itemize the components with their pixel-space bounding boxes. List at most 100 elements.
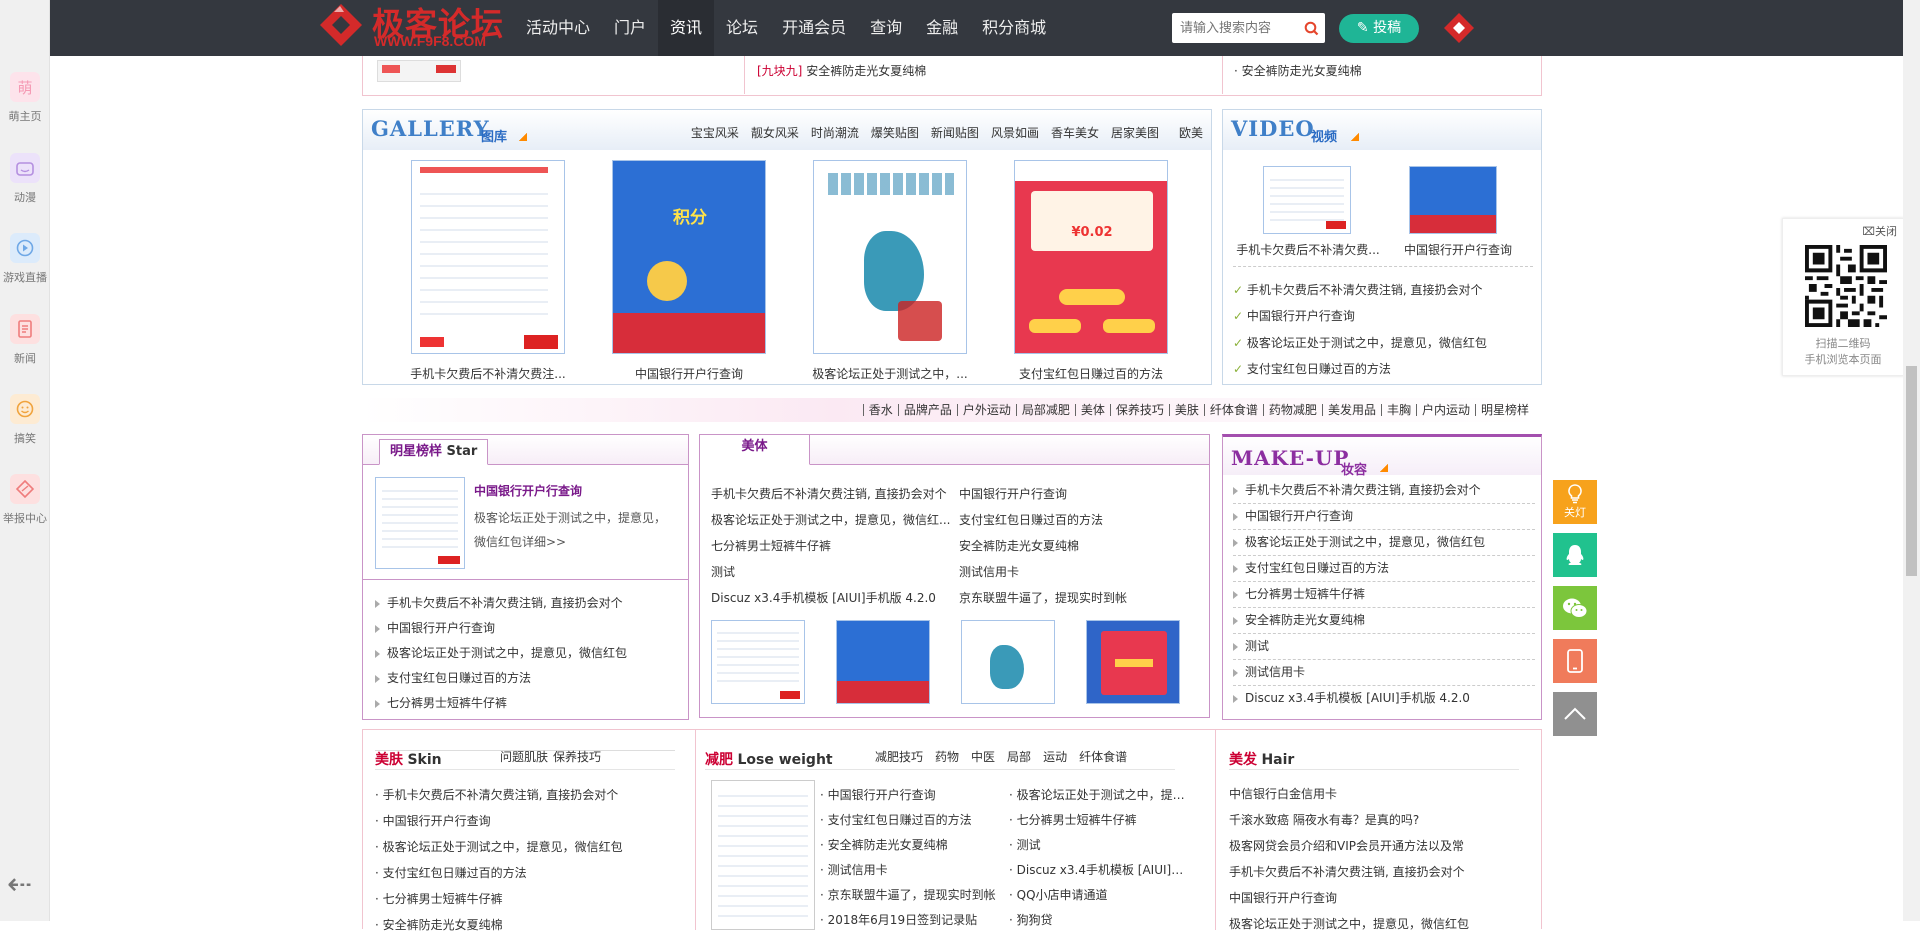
weight-list-item[interactable]: · 七分裤男士短裤牛仔裤 — [1009, 811, 1189, 828]
nav-item-portal[interactable]: 门户 — [602, 0, 658, 56]
weight-link[interactable]: 局部 — [1007, 748, 1031, 765]
back-to-top-button[interactable] — [1553, 692, 1597, 736]
top-strip-item[interactable]: [九块九] 安全裤防走光女夏纯棉 — [757, 62, 926, 79]
thumbnail-image[interactable] — [377, 60, 461, 82]
weight-link[interactable]: 减肥技巧 — [875, 748, 923, 765]
star-list-item[interactable]: 中国银行开户行查询 — [375, 619, 675, 636]
star-list-item[interactable]: 极客论坛正处于测试之中，提意见，微信红包 — [375, 644, 675, 661]
makeup-list-item[interactable]: 极客论坛正处于测试之中，提意见，微信红包 — [1233, 532, 1535, 556]
skin-list-item[interactable]: · 安全裤防走光女夏纯棉 — [375, 916, 675, 933]
tag-link[interactable]: 丰胸 — [1380, 404, 1416, 416]
star-thumb[interactable] — [375, 477, 465, 569]
sidebar-item-anime[interactable]: 动漫 — [0, 153, 50, 205]
nav-item-news[interactable]: 资讯 — [658, 0, 715, 56]
back-arrow-icon[interactable]: ⇠ — [7, 870, 32, 900]
tab-body[interactable]: 美体 — [700, 435, 810, 465]
gallery-link[interactable]: 新闻贴图 — [931, 124, 979, 141]
weight-list-item[interactable]: · 安全裤防走光女夏纯棉 — [820, 836, 1000, 853]
body-thumb[interactable] — [711, 620, 805, 704]
body-thumb[interactable] — [961, 620, 1055, 704]
skin-list-item[interactable]: · 中国银行开户行查询 — [375, 812, 675, 829]
makeup-list-item[interactable]: 支付宝红包日赚过百的方法 — [1233, 558, 1535, 582]
star-list-item[interactable]: 支付宝红包日赚过百的方法 — [375, 669, 675, 686]
tag-link[interactable]: 美肤 — [1168, 404, 1204, 416]
weight-link[interactable]: 中医 — [971, 748, 995, 765]
body-list-item[interactable]: 七分裤男士短裤牛仔裤 — [711, 537, 951, 554]
star-headline[interactable]: 中国银行开户行查询 — [474, 482, 582, 499]
nav-item-activity[interactable]: 活动中心 — [514, 0, 602, 56]
nav-item-vip[interactable]: 开通会员 — [770, 0, 858, 56]
tag-link[interactable]: 香水 — [862, 404, 898, 416]
star-description[interactable]: 极客论坛正处于测试之中，提意见，微信红包详细>> — [474, 506, 674, 554]
gallery-caption[interactable]: 手机卡欠费后不补清欠费注... — [403, 365, 573, 382]
tag-link[interactable]: 户内运动 — [1415, 404, 1475, 416]
tag-link[interactable]: 户外运动 — [956, 404, 1016, 416]
tag-link[interactable]: 药物减肥 — [1262, 404, 1322, 416]
mobile-button[interactable] — [1553, 639, 1597, 683]
skin-list-item[interactable]: · 七分裤男士短裤牛仔裤 — [375, 890, 675, 907]
weight-list-item[interactable]: · 狗狗贷 — [1009, 911, 1189, 928]
makeup-list-item[interactable]: 中国银行开户行查询 — [1233, 506, 1535, 530]
nav-item-query[interactable]: 查询 — [858, 0, 914, 56]
body-list-item[interactable]: Discuz x3.4手机模板 [AIUI]手机版 4.2.0 — [711, 589, 951, 606]
gallery-caption[interactable]: 支付宝红包日赚过百的方法 — [1006, 365, 1176, 382]
skin-list-item[interactable]: · 极客论坛正处于测试之中，提意见，微信红包 — [375, 838, 675, 855]
gallery-thumb-2[interactable]: 积分 — [612, 160, 766, 354]
hair-list-item[interactable]: 手机卡欠费后不补清欠费注销, 直接扔会对个 — [1229, 863, 1519, 880]
gallery-link[interactable]: 居家美图 — [1111, 124, 1159, 141]
sidebar-item-home[interactable]: 萌 萌主页 — [0, 72, 50, 124]
hair-list-item[interactable]: 中国银行开户行查询 — [1229, 889, 1519, 906]
sidebar-item-game-live[interactable]: 游戏直播 — [0, 233, 50, 285]
body-list-item[interactable]: 安全裤防走光女夏纯棉 — [959, 537, 1199, 554]
scrollbar-thumb[interactable] — [1906, 366, 1917, 576]
gallery-link[interactable]: 欧美 — [1179, 124, 1203, 141]
body-list-item[interactable]: 中国银行开户行查询 — [959, 485, 1199, 502]
gallery-caption[interactable]: 中国银行开户行查询 — [604, 365, 774, 382]
skin-list-item[interactable]: · 支付宝红包日赚过百的方法 — [375, 864, 675, 881]
weight-thumb[interactable] — [711, 780, 815, 930]
star-list-item[interactable]: 七分裤男士短裤牛仔裤 — [375, 694, 675, 711]
video-list-item[interactable]: ✓ 支付宝红包日赚过百的方法 — [1233, 360, 1533, 377]
makeup-list-item[interactable]: 安全裤防走光女夏纯棉 — [1233, 610, 1535, 634]
gallery-link[interactable]: 香车美女 — [1051, 124, 1099, 141]
tag-link[interactable]: 品牌产品 — [897, 404, 957, 416]
gallery-thumb-1[interactable] — [411, 160, 565, 354]
video-list-item[interactable]: ✓ 手机卡欠费后不补清欠费注销, 直接扔会对个 — [1233, 281, 1533, 298]
post-button[interactable]: ✎ 投稿 — [1339, 14, 1419, 43]
video-list-item[interactable]: ✓ 中国银行开户行查询 — [1233, 307, 1533, 324]
weight-list-item[interactable]: · 测试 — [1009, 836, 1189, 853]
gallery-link[interactable]: 爆笑贴图 — [871, 124, 919, 141]
body-list-item[interactable]: 手机卡欠费后不补清欠费注销, 直接扔会对个 — [711, 485, 951, 502]
qr-close-button[interactable]: ⌧关闭 — [1862, 223, 1897, 239]
makeup-list-item[interactable]: 七分裤男士短裤牛仔裤 — [1233, 584, 1535, 608]
makeup-list-item[interactable]: 测试 — [1233, 636, 1535, 660]
body-list-item[interactable]: 京东联盟牛逼了，提现实时到帐 — [959, 589, 1199, 606]
hair-list-item[interactable]: 极客网贷会员介绍和VIP会员开通方法以及常 — [1229, 837, 1519, 854]
skin-list-item[interactable]: · 手机卡欠费后不补清欠费注销, 直接扔会对个 — [375, 786, 675, 803]
tag-link[interactable]: 美体 — [1074, 404, 1110, 416]
body-thumb[interactable] — [836, 620, 930, 704]
body-thumb[interactable] — [1086, 620, 1180, 704]
avatar[interactable] — [1443, 12, 1475, 44]
gallery-link[interactable]: 时尚潮流 — [811, 124, 859, 141]
makeup-list-item[interactable]: 手机卡欠费后不补清欠费注销, 直接扔会对个 — [1233, 480, 1535, 504]
top-strip-item[interactable]: · 安全裤防走光女夏纯棉 — [1234, 62, 1362, 79]
makeup-list-item[interactable]: 测试信用卡 — [1233, 662, 1535, 686]
wechat-button[interactable] — [1553, 586, 1597, 630]
weight-list-item[interactable]: · QQ小店申请通道 — [1009, 886, 1189, 903]
body-list-item[interactable]: 支付宝红包日赚过百的方法 — [959, 511, 1199, 528]
nav-item-finance[interactable]: 金融 — [914, 0, 970, 56]
gallery-link[interactable]: 靓女风采 — [751, 124, 799, 141]
makeup-list-item[interactable]: Discuz x3.4手机模板 [AIUI]手机版 4.2.0 — [1233, 688, 1535, 712]
video-list-item[interactable]: ✓ 极客论坛正处于测试之中，提意见，微信红包 — [1233, 334, 1533, 351]
weight-link[interactable]: 运动 — [1043, 748, 1067, 765]
body-list-item[interactable]: 测试信用卡 — [959, 563, 1199, 580]
gallery-caption[interactable]: 极客论坛正处于测试之中，... — [805, 365, 975, 382]
body-list-item[interactable]: 极客论坛正处于测试之中，提意见，微信红... — [711, 511, 951, 528]
skin-link[interactable]: 保养技巧 — [553, 748, 601, 765]
weight-list-item[interactable]: · 中国银行开户行查询 — [820, 786, 1000, 803]
video-thumb-2[interactable] — [1409, 166, 1497, 234]
hair-list-item[interactable]: 中信银行白金信用卡 — [1229, 785, 1519, 802]
weight-list-item[interactable]: · 2018年6月19日签到记录贴 — [820, 911, 1000, 928]
nav-item-forum[interactable]: 论坛 — [714, 0, 770, 56]
